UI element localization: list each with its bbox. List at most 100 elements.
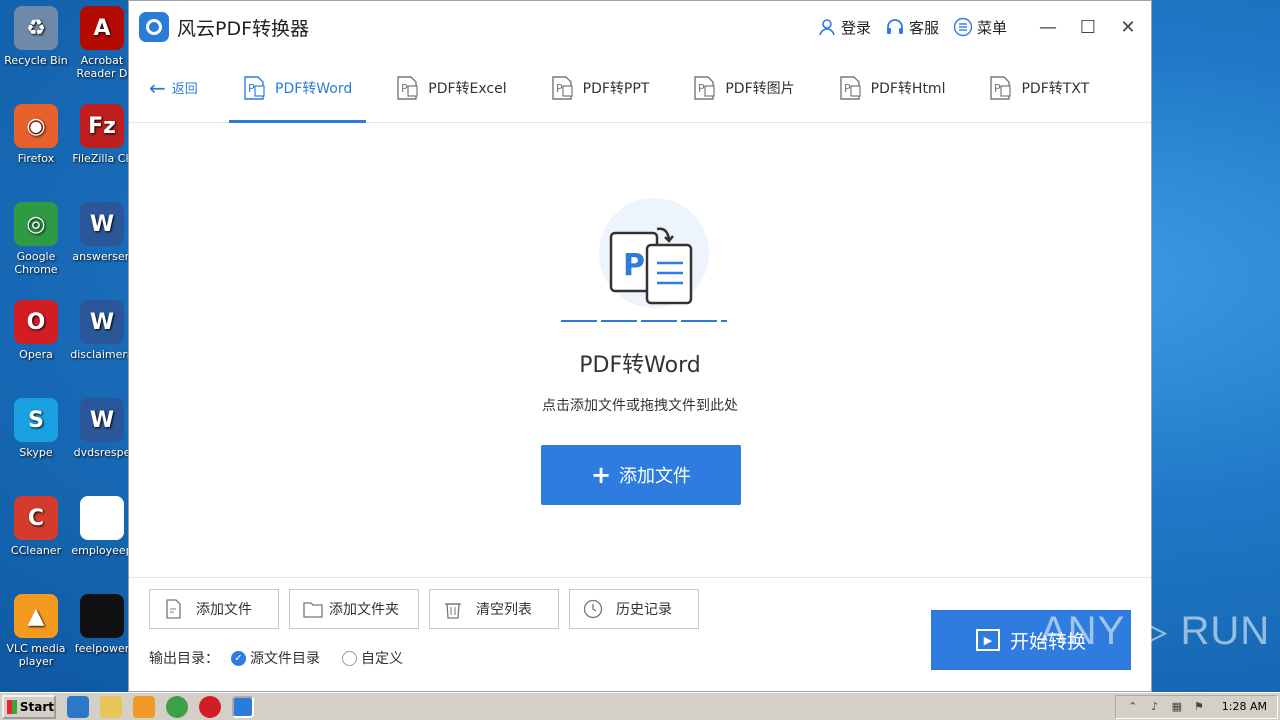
tab-label: PDF转图片 [725,80,795,97]
maximize-button[interactable]: ☐ [1075,14,1101,40]
app-title: 风云PDF转换器 [177,17,310,40]
svg-text:P: P [248,82,255,95]
clear-list-label: 清空列表 [476,602,532,618]
add-folder-button[interactable]: 添加文件夹 [289,589,419,629]
start-label: Start [19,699,54,714]
start-button[interactable]: Start [2,694,56,719]
file-convert-icon: P [551,75,573,100]
tab-PDF转Excel[interactable]: P PDF转Excel [382,53,520,122]
volume-icon[interactable]: ♪ [1148,700,1162,714]
add-file-button[interactable]: + 添加文件 [541,445,741,505]
login-button[interactable]: 登录 [817,17,871,38]
desktop-app-icon: ♻ [14,6,58,50]
desktop-app-icon: ▲ [14,594,58,638]
tab-label: PDF转TXT [1021,80,1090,97]
desktop-app-icon: W [80,300,124,344]
desktop-icon-label: CCleaner [10,544,62,557]
desktop-app-icon: ◎ [14,202,58,246]
desktop-icon-label: Opera [19,348,53,361]
source-dir-label: 源文件目录 [250,651,320,667]
network-icon[interactable]: ▦ [1170,700,1184,714]
pdf-converter-window: 风云PDF转换器 登录 客服 菜单 — ☐ ✕ ← 返回 P PDF转Word P P… [128,0,1152,692]
trash-icon [445,603,461,619]
explorer-taskbar-icon[interactable] [100,695,122,718]
minimize-button[interactable]: — [1035,14,1061,40]
tab-PDF转TXT[interactable]: P PDF转TXT [975,53,1103,122]
svg-text:P: P [844,82,851,95]
add-folder-label: 添加文件夹 [329,602,399,618]
add-file-small-label: 添加文件 [196,602,252,618]
tab-label: PDF转Html [870,80,946,97]
svg-text:P: P [623,248,645,283]
title-bar: 风云PDF转换器 登录 客服 菜单 — ☐ ✕ [129,1,1151,53]
folder-icon [303,602,323,618]
back-label: 返回 [171,82,198,97]
clock-icon [583,599,603,619]
menu-button[interactable]: 菜单 [953,17,1007,38]
menu-list-icon [953,17,973,37]
add-file-icon [166,599,181,619]
tab-PDF转Word[interactable]: P PDF转Word [229,53,367,123]
tab-PDF转Html[interactable]: P PDF转Html [825,53,960,122]
history-label: 历史记录 [616,602,672,618]
add-file-small-button[interactable]: 添加文件 [149,589,279,629]
svg-text:P: P [994,82,1001,95]
taskbar: Start ⌃ ♪ ▦ ⚑ 1:28 AM [0,692,1280,720]
source-dir-radio[interactable]: ✓ [231,650,246,666]
flag-icon[interactable]: ⚑ [1192,700,1206,714]
service-button[interactable]: 客服 [885,17,939,38]
desktop-icon[interactable]: ♻ Recycle Bin [0,6,72,67]
user-icon [819,19,835,36]
desktop-app-icon: S [14,398,58,442]
arrow-left-icon: ← [149,75,166,100]
close-button[interactable]: ✕ [1115,14,1141,40]
file-convert-icon: P [244,75,265,100]
tray-expand-icon[interactable]: ⌃ [1126,700,1140,714]
desktop-app-icon [80,496,124,540]
desktop-icon[interactable]: C CCleaner [0,496,72,557]
add-file-label: 添加文件 [619,466,692,487]
svg-text:P: P [556,82,563,95]
desktop-app-icon: C [14,496,58,540]
desktop-app-icon: A [80,6,124,50]
desktop-app-icon: W [80,398,124,442]
menu-label: 菜单 [976,18,1007,37]
custom-dir-radio[interactable] [342,650,357,666]
pdf-converter-taskbar-icon[interactable] [232,695,254,718]
drop-zone[interactable]: P PDF转Word 点击添加文件或拖拽文件到此处 + 添加文件 [129,123,1151,577]
file-convert-icon: P [397,75,418,100]
watermark: ANY ▷ RUN [1040,609,1271,653]
bottom-toolbar: 添加文件 添加文件夹 清空列表 历史记录 输出目录： ✓ 源文件目录 自定义 ▶… [129,577,1151,691]
ie-taskbar-icon[interactable] [67,695,89,718]
tab-label: PDF转PPT [582,80,650,97]
chrome-taskbar-icon[interactable] [166,695,188,718]
desktop-app-icon: Fz [80,104,124,148]
desktop-icon[interactable]: ◎ Google Chrome [0,202,72,276]
clock-time[interactable]: 1:28 AM [1222,700,1267,713]
history-button[interactable]: 历史记录 [569,589,699,629]
back-button[interactable]: ← 返回 [129,53,229,122]
tab-label: PDF转Word [275,80,353,97]
desktop-icon[interactable]: O Opera [0,300,72,361]
conversion-tabs: ← 返回 P PDF转Word P PDF转Excel P PDF转PPT P PDF转图片 P… [129,53,1151,123]
headset-icon [886,19,903,34]
desktop-icon-label: Firefox [17,152,55,165]
desktop-app-icon: ◉ [14,104,58,148]
desktop-icon[interactable]: ◉ Firefox [0,104,72,165]
pdf-to-word-illustration-icon: P [561,198,727,322]
tab-PDF转图片[interactable]: P PDF转图片 [679,53,808,122]
svg-text:P: P [698,82,705,95]
tab-label: PDF转Excel [428,80,507,97]
tab-PDF转PPT[interactable]: P PDF转PPT [537,53,664,122]
file-convert-icon: P [990,75,1012,100]
desktop-icon[interactable]: S Skype [0,398,72,459]
media-player-taskbar-icon[interactable] [133,695,155,718]
windows-flag-icon [7,699,17,714]
plus-icon: + [590,461,612,489]
clear-list-button[interactable]: 清空列表 [429,589,559,629]
desktop-icon[interactable]: ▲ VLC media player [0,594,72,668]
play-icon: ▶ [975,629,1000,651]
desktop-icon-label: VLC media player [6,642,66,668]
opera-taskbar-icon[interactable] [199,695,221,718]
app-logo-icon [139,12,169,42]
